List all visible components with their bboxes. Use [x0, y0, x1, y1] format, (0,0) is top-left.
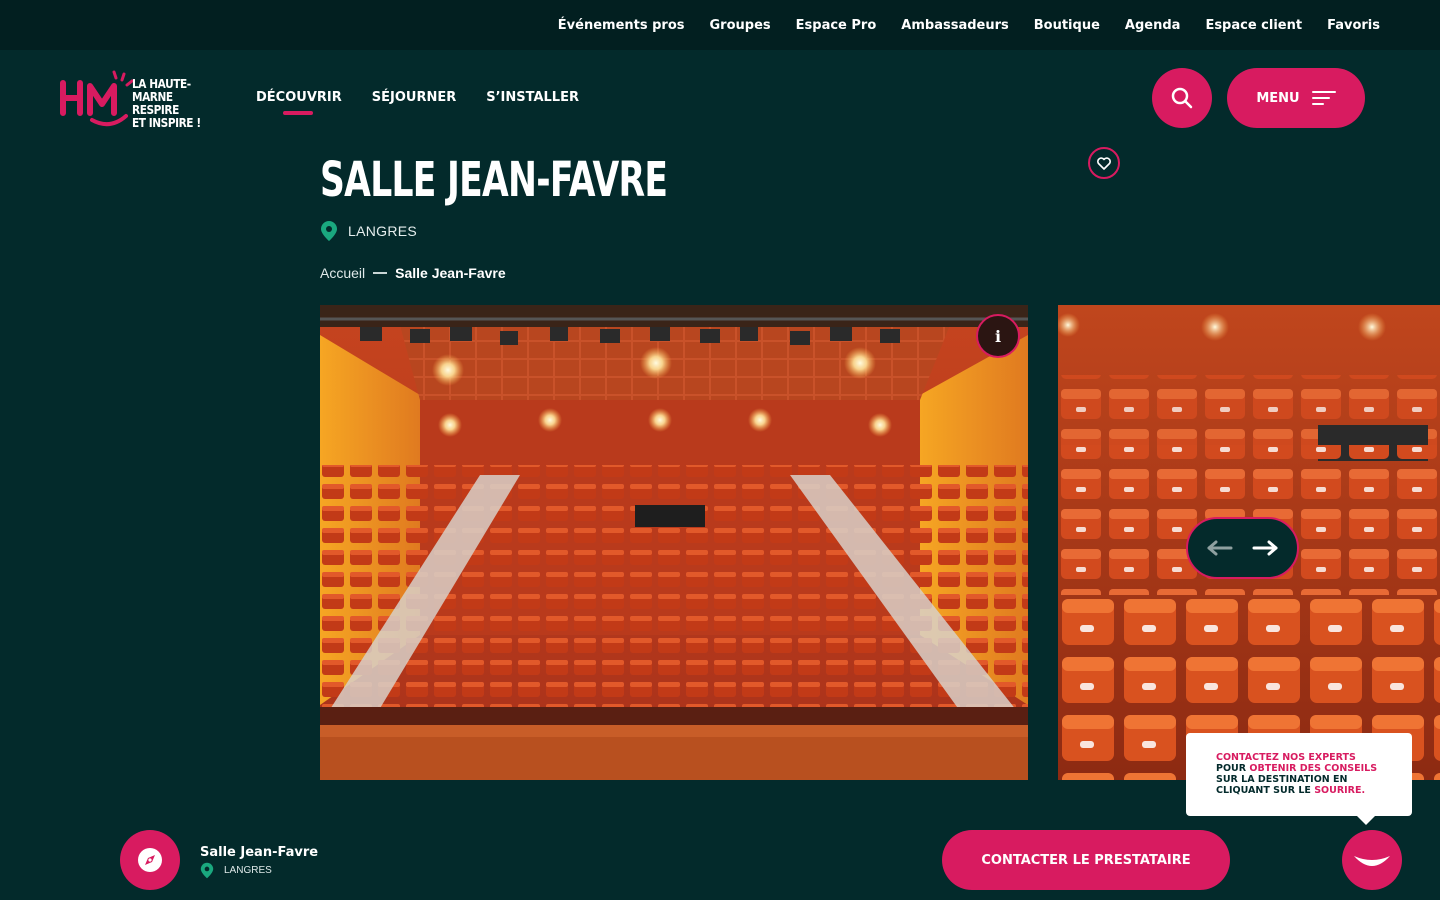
smile-chat-button[interactable] — [1342, 830, 1402, 890]
contact-provider-button[interactable]: CONTACTER LE PRESTATAIRE — [942, 830, 1230, 890]
breadcrumb-separator — [373, 272, 388, 274]
top-link[interactable]: Espace client — [1205, 18, 1302, 33]
logo-tagline: LA HAUTE-MARNE RESPIRE ET INSPIRE ! — [132, 77, 201, 130]
nav-item-sejourner[interactable]: SÉJOURNER — [372, 90, 456, 105]
menu-button[interactable]: MENU — [1227, 68, 1365, 128]
info-icon: i — [994, 326, 1002, 346]
location-text: LANGRES — [348, 223, 418, 239]
nav-item-sinstaller[interactable]: S’INSTALLER — [486, 90, 579, 105]
top-links-list: Événements pros Groupes Espace Pro Ambas… — [558, 0, 1380, 50]
top-link-boutique: Boutique — [1034, 16, 1100, 34]
gallery-photo-auditorium — [320, 305, 1028, 780]
tooltip-highlight: sourire. — [1314, 785, 1366, 796]
compass-button[interactable] — [120, 830, 180, 890]
heart-icon — [1097, 156, 1111, 170]
top-link-events-pros: Événements pros — [558, 16, 685, 34]
menu-label: MENU — [1256, 90, 1300, 106]
search-icon — [1171, 87, 1193, 109]
page-title: Salle Jean-Favre — [320, 152, 668, 208]
photo-info-button[interactable]: i — [976, 314, 1020, 358]
tooltip-text: pour — [1216, 763, 1250, 774]
search-button[interactable] — [1152, 68, 1212, 128]
breadcrumb-current: Salle Jean-Favre — [395, 265, 506, 281]
bottom-place-title: Salle Jean-Favre — [200, 845, 319, 860]
arrow-left-icon — [1207, 540, 1233, 556]
compass-icon — [138, 848, 162, 872]
top-link[interactable]: Boutique — [1034, 18, 1100, 33]
breadcrumb-home[interactable]: Accueil — [320, 265, 365, 281]
gallery-slider-controls — [1186, 517, 1299, 579]
top-utility-bar: Événements pros Groupes Espace Pro Ambas… — [0, 0, 1440, 50]
tooltip-highlight: obtenir des conseils — [1249, 763, 1378, 774]
location-pin-icon — [321, 221, 337, 241]
favorite-button[interactable] — [1088, 147, 1120, 179]
bottom-location-text: LANGRES — [224, 865, 272, 876]
top-link-ambassadeurs: Ambassadeurs — [901, 16, 1008, 34]
tooltip-line-2: pour obtenir des conseils — [1216, 763, 1396, 774]
top-link-favoris: Favoris — [1327, 16, 1380, 34]
top-link[interactable]: Favoris — [1327, 18, 1380, 33]
top-link-agenda: Agenda — [1125, 16, 1181, 34]
tooltip-line-3: sur la destination en — [1216, 774, 1348, 785]
top-link-espace-client: Espace client — [1205, 16, 1302, 34]
arrow-right-icon — [1252, 540, 1278, 556]
top-link[interactable]: Espace Pro — [796, 18, 877, 33]
nav-item-decouvrir[interactable]: DÉCOUVRIR — [256, 90, 342, 115]
site-logo[interactable]: LA HAUTE-MARNE RESPIRE ET INSPIRE ! — [58, 68, 228, 130]
auditorium-photo — [320, 305, 1028, 780]
top-link[interactable]: Événements pros — [558, 18, 685, 33]
top-link-groupes: Groupes — [710, 16, 771, 34]
main-nav: DÉCOUVRIR SÉJOURNER S’INSTALLER — [256, 90, 579, 115]
gallery-next-button[interactable] — [1245, 528, 1285, 568]
top-link-espace-pro: Espace Pro — [796, 16, 877, 34]
location-pin-icon — [200, 862, 214, 879]
smile-icon — [1354, 856, 1390, 866]
tooltip-line-4: cliquant sur le sourire. — [1216, 785, 1396, 796]
page-location: LANGRES — [320, 220, 417, 242]
top-link[interactable]: Agenda — [1125, 18, 1181, 33]
tooltip-line-1: Contactez nos experts — [1216, 752, 1356, 763]
tooltip-text: cliquant sur le — [1216, 785, 1315, 796]
hm-logo-icon — [60, 70, 134, 127]
bottom-place-location: LANGRES — [200, 862, 272, 879]
hamburger-icon — [1311, 91, 1336, 105]
experts-tooltip: Contactez nos experts pour obtenir des c… — [1186, 733, 1412, 825]
breadcrumb: Accueil Salle Jean-Favre — [320, 265, 506, 281]
top-link[interactable]: Ambassadeurs — [901, 18, 1008, 33]
top-link[interactable]: Groupes — [710, 18, 771, 33]
gallery-prev-button[interactable] — [1200, 528, 1240, 568]
